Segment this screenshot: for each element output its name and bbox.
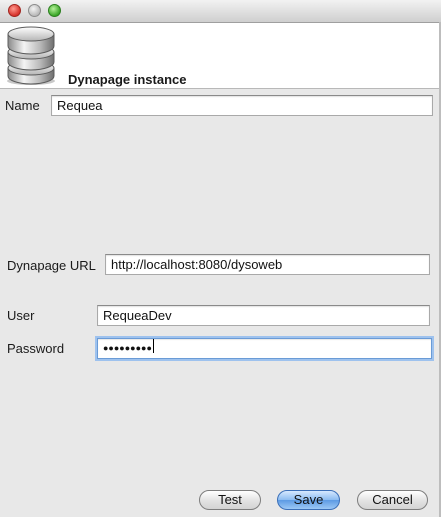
user-field[interactable]: RequeaDev <box>97 305 430 326</box>
user-label: User <box>7 308 35 323</box>
test-button[interactable]: Test <box>199 490 261 510</box>
dynapage-instance-dialog: Dynapage instance Name Requea Dynapage U… <box>0 0 441 517</box>
password-mask: ●●●●●●●●● <box>103 343 152 353</box>
password-label: Password <box>7 341 65 356</box>
title-bar[interactable] <box>0 0 441 23</box>
name-field[interactable]: Requea <box>51 95 433 116</box>
dynapage-url-field[interactable]: http://localhost:8080/dysoweb <box>105 254 430 275</box>
minimize-window-button[interactable] <box>28 4 41 17</box>
zoom-window-button[interactable] <box>48 4 61 17</box>
dialog-header <box>0 23 441 88</box>
close-window-button[interactable] <box>8 4 21 17</box>
dynapage-url-label: Dynapage URL <box>7 258 96 273</box>
save-button[interactable]: Save <box>277 490 340 510</box>
text-caret <box>152 339 154 353</box>
password-field[interactable]: ●●●●●●●●● <box>97 338 432 359</box>
cancel-button[interactable]: Cancel <box>357 490 428 510</box>
header-divider <box>0 88 441 89</box>
name-label: Name <box>5 98 40 113</box>
database-icon <box>7 26 55 85</box>
dialog-title: Dynapage instance <box>68 72 187 87</box>
